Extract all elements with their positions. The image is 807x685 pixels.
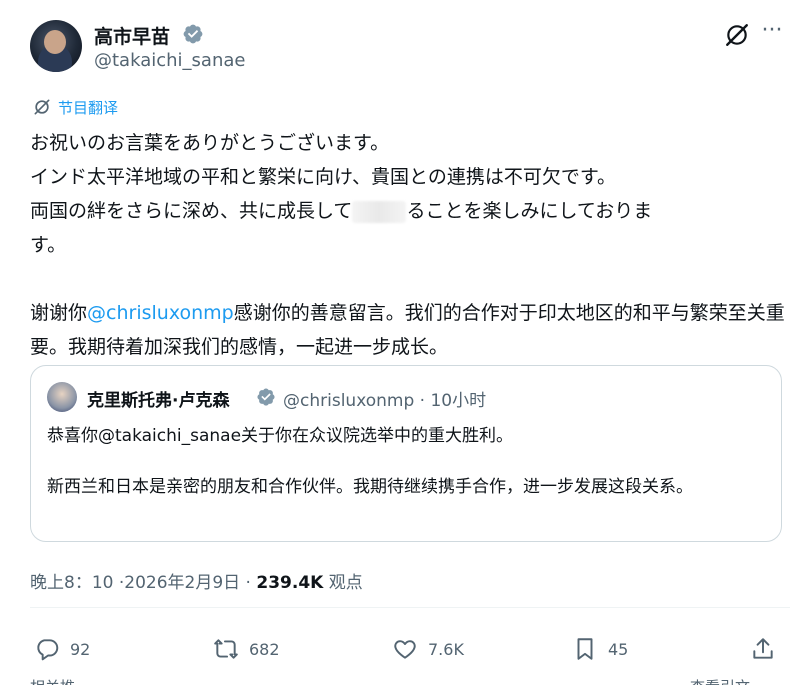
views-count: 239.4K <box>256 573 324 593</box>
quoted-line: 新西兰和日本是亲密的朋友和合作伙伴。我期待继续携手合作，进一步发展这段关系。 <box>47 477 693 497</box>
translate-post-link[interactable]: 节目翻译 <box>32 96 118 118</box>
more-icon[interactable]: ··· <box>758 20 786 48</box>
mention-link[interactable]: @chrisluxonmp <box>87 302 234 324</box>
bookmark-icon <box>577 638 593 660</box>
verified-badge-icon[interactable] <box>182 23 204 45</box>
translation-prefix: 谢谢你 <box>30 302 88 324</box>
view-quotes-link[interactable]: 查看引文 <box>690 676 750 685</box>
repost-icon <box>214 639 238 659</box>
repost-button[interactable]: 682 <box>213 632 280 666</box>
grok-icon[interactable] <box>724 22 750 48</box>
reply-icon <box>37 639 59 661</box>
quoted-author-handle-time[interactable]: @chrisluxonmp · 10小时 <box>283 386 486 411</box>
quoted-line: 恭喜你@takaichi_sanae关于你在众议院选举中的重大胜利。 <box>47 426 514 446</box>
post-header: 高市早苗 @takaichi_sanae ··· <box>30 20 790 76</box>
post-line: インド太平洋地域の平和と繁栄に向け、貴国との連携は不可欠です。 <box>30 166 616 188</box>
quoted-post[interactable]: 克里斯托弗·卢克森 @chrisluxonmp · 10小时 恭喜你@takai… <box>30 365 782 542</box>
post-line: 両国の絆をさらに深め、共に成長して ることを楽しみにしておりま <box>30 194 790 228</box>
post-line: お祝いのお言葉をありがとうございます。 <box>30 132 390 154</box>
post-body: お祝いのお言葉をありがとうございます。 インド太平洋地域の平和と繁栄に向け、貴国… <box>30 126 790 364</box>
divider <box>30 607 790 608</box>
reply-count: 92 <box>70 639 91 659</box>
quoted-post-body: 恭喜你@takaichi_sanae关于你在众议院选举中的重大胜利。 新西兰和日… <box>47 422 767 502</box>
post-line-part: 両国の絆をさらに深め、共に成長して <box>30 200 353 222</box>
bookmark-count: 45 <box>608 639 629 659</box>
repost-count: 682 <box>249 639 280 659</box>
author-handle[interactable]: @takaichi_sanae <box>94 50 245 71</box>
post-timestamp[interactable]: 晚上8：10 ·2026年2月9日 · <box>30 573 256 593</box>
like-count: 7.6K <box>428 639 464 659</box>
post-line: す。 <box>30 234 67 256</box>
reply-button[interactable]: 92 <box>34 632 90 666</box>
translate-label: 节目翻译 <box>58 98 119 117</box>
blurred-text <box>352 200 407 223</box>
post-translation: 谢谢你@chrisluxonmp感谢你的善意留言。我们的合作对于印太地区的和平与… <box>30 296 790 364</box>
author-display-name[interactable]: 高市早苗 <box>94 22 170 49</box>
like-button[interactable]: 7.6K <box>392 632 464 666</box>
post-line-part: ることを楽しみにしておりま <box>406 200 653 222</box>
action-bar: 92 682 7.6K 45 <box>30 632 790 666</box>
author-avatar[interactable] <box>30 20 82 72</box>
heart-icon <box>394 640 416 659</box>
quoted-author-avatar[interactable] <box>47 382 77 412</box>
related-posts-link[interactable]: 相关推 <box>30 676 75 685</box>
bookmark-button[interactable]: 45 <box>572 632 628 666</box>
translate-icon <box>34 99 50 115</box>
share-button[interactable] <box>750 632 776 666</box>
views-label: 观点 <box>323 573 363 593</box>
share-icon <box>753 638 773 659</box>
quoted-author-name[interactable]: 克里斯托弗·卢克森 <box>87 386 229 411</box>
verified-badge-icon[interactable] <box>256 387 276 407</box>
post-meta: 晚上8：10 ·2026年2月9日 · 239.4K 观点 <box>30 568 363 593</box>
